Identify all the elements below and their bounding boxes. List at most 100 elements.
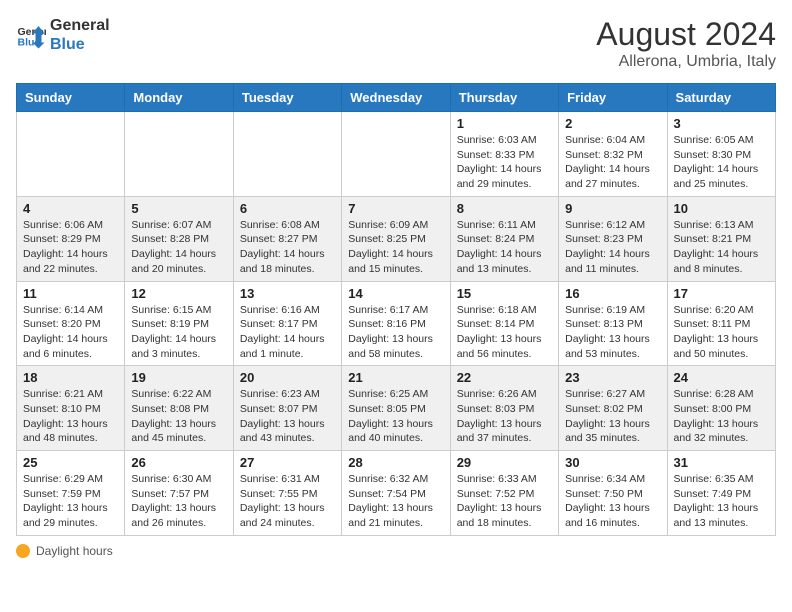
calendar-day-cell: 12Sunrise: 6:15 AM Sunset: 8:19 PM Dayli… — [125, 281, 233, 366]
day-number: 27 — [240, 455, 335, 470]
calendar-day-cell: 28 Sunrise: 6:32 AM Sunset: 7:54 PM Dayli… — [342, 451, 450, 536]
day-number: 25 — [23, 455, 118, 470]
calendar-day-cell: 16 Sunrise: 6:19 AM Sunset: 8:13 PM Dayli… — [559, 281, 667, 366]
calendar-day-cell: 2 Sunrise: 6:04 AM Sunset: 8:32 PM Daylig… — [559, 112, 667, 197]
calendar-day-header: Sunday — [17, 84, 125, 112]
calendar-week-row: 25 Sunrise: 6:29 AM Sunset: 7:59 PM Dayli… — [17, 451, 776, 536]
calendar-day-cell: 29 Sunrise: 6:33 AM Sunset: 7:52 PM Dayli… — [450, 451, 558, 536]
calendar-table: SundayMondayTuesdayWednesdayThursdayFrid… — [16, 83, 776, 536]
calendar-day-cell: 21Sunrise: 6:25 AM Sunset: 8:05 PM Dayli… — [342, 366, 450, 451]
calendar-day-cell: 24 Sunrise: 6:28 AM Sunset: 8:00 PM Dayli… — [667, 366, 775, 451]
calendar-day-cell: 1 Sunrise: 6:03 AM Sunset: 8:33 PM Daylig… — [450, 112, 558, 197]
calendar-day-cell: 4Sunrise: 6:06 AM Sunset: 8:29 PM Daylig… — [17, 196, 125, 281]
day-number: 17 — [674, 286, 769, 301]
calendar-week-row: 11 Sunrise: 6:14 AM Sunset: 8:20 PM Dayli… — [17, 281, 776, 366]
day-number: 11 — [23, 286, 118, 301]
day-info: Sunrise: 6:08 AM Sunset: 8:27 PM Dayligh… — [240, 218, 335, 277]
day-number: 2 — [565, 116, 660, 131]
day-number: 23 — [565, 370, 660, 385]
day-number: 14 — [348, 286, 443, 301]
day-info: Sunrise: 6:22 AM Sunset: 8:08 PM Dayligh… — [131, 387, 226, 446]
day-info: Sunrise: 6:17 AM Sunset: 8:16 PM Dayligh… — [348, 303, 443, 362]
day-info: Sunrise: 6:34 AM Sunset: 7:50 PM Dayligh… — [565, 472, 660, 531]
calendar-day-cell — [233, 112, 341, 197]
day-info: Sunrise: 6:03 AM Sunset: 8:33 PM Dayligh… — [457, 133, 552, 192]
logo-blue: Blue — [50, 35, 110, 54]
calendar-day-cell: 13 Sunrise: 6:16 AM Sunset: 8:17 PM Dayli… — [233, 281, 341, 366]
day-info: Sunrise: 6:33 AM Sunset: 7:52 PM Dayligh… — [457, 472, 552, 531]
logo-icon: General Blue — [16, 20, 46, 50]
day-number: 10 — [674, 201, 769, 216]
day-info: Sunrise: 6:15 AM Sunset: 8:19 PM Dayligh… — [131, 303, 226, 362]
calendar-day-cell: 15Sunrise: 6:18 AM Sunset: 8:14 PM Dayli… — [450, 281, 558, 366]
daylight-label: Daylight hours — [36, 544, 113, 558]
day-number: 8 — [457, 201, 552, 216]
day-info: Sunrise: 6:27 AM Sunset: 8:02 PM Dayligh… — [565, 387, 660, 446]
calendar-day-header: Friday — [559, 84, 667, 112]
day-info: Sunrise: 6:05 AM Sunset: 8:30 PM Dayligh… — [674, 133, 769, 192]
day-info: Sunrise: 6:12 AM Sunset: 8:23 PM Dayligh… — [565, 218, 660, 277]
day-info: Sunrise: 6:25 AM Sunset: 8:05 PM Dayligh… — [348, 387, 443, 446]
day-number: 7 — [348, 201, 443, 216]
calendar-day-cell: 25 Sunrise: 6:29 AM Sunset: 7:59 PM Dayli… — [17, 451, 125, 536]
day-number: 13 — [240, 286, 335, 301]
day-number: 30 — [565, 455, 660, 470]
day-info: Sunrise: 6:26 AM Sunset: 8:03 PM Dayligh… — [457, 387, 552, 446]
day-number: 28 — [348, 455, 443, 470]
day-number: 18 — [23, 370, 118, 385]
calendar-day-cell: 27 Sunrise: 6:31 AM Sunset: 7:55 PM Dayli… — [233, 451, 341, 536]
location-subtitle: Allerona, Umbria, Italy — [596, 53, 776, 71]
day-number: 16 — [565, 286, 660, 301]
calendar-week-row: 1 Sunrise: 6:03 AM Sunset: 8:33 PM Daylig… — [17, 112, 776, 197]
calendar-day-header: Monday — [125, 84, 233, 112]
calendar-day-cell: 26Sunrise: 6:30 AM Sunset: 7:57 PM Dayli… — [125, 451, 233, 536]
calendar-day-cell: 19Sunrise: 6:22 AM Sunset: 8:08 PM Dayli… — [125, 366, 233, 451]
calendar-day-cell: 20 Sunrise: 6:23 AM Sunset: 8:07 PM Dayli… — [233, 366, 341, 451]
calendar-day-cell: 5 Sunrise: 6:07 AM Sunset: 8:28 PM Daylig… — [125, 196, 233, 281]
day-number: 29 — [457, 455, 552, 470]
calendar-day-cell: 30 Sunrise: 6:34 AM Sunset: 7:50 PM Dayli… — [559, 451, 667, 536]
day-number: 3 — [674, 116, 769, 131]
day-info: Sunrise: 6:11 AM Sunset: 8:24 PM Dayligh… — [457, 218, 552, 277]
calendar-week-row: 4Sunrise: 6:06 AM Sunset: 8:29 PM Daylig… — [17, 196, 776, 281]
day-number: 5 — [131, 201, 226, 216]
calendar-day-cell: 3 Sunrise: 6:05 AM Sunset: 8:30 PM Daylig… — [667, 112, 775, 197]
day-info: Sunrise: 6:16 AM Sunset: 8:17 PM Dayligh… — [240, 303, 335, 362]
day-number: 20 — [240, 370, 335, 385]
calendar-day-cell: 8 Sunrise: 6:11 AM Sunset: 8:24 PM Daylig… — [450, 196, 558, 281]
day-info: Sunrise: 6:07 AM Sunset: 8:28 PM Dayligh… — [131, 218, 226, 277]
footer-note: Daylight hours — [16, 544, 776, 558]
day-info: Sunrise: 6:29 AM Sunset: 7:59 PM Dayligh… — [23, 472, 118, 531]
logo-general: General — [50, 16, 110, 35]
calendar-day-cell: 10 Sunrise: 6:13 AM Sunset: 8:21 PM Dayli… — [667, 196, 775, 281]
calendar-day-cell — [342, 112, 450, 197]
page-header: General Blue General Blue August 2024 Al… — [16, 16, 776, 71]
month-year-title: August 2024 — [596, 16, 776, 53]
day-info: Sunrise: 6:31 AM Sunset: 7:55 PM Dayligh… — [240, 472, 335, 531]
day-number: 9 — [565, 201, 660, 216]
day-info: Sunrise: 6:04 AM Sunset: 8:32 PM Dayligh… — [565, 133, 660, 192]
day-info: Sunrise: 6:19 AM Sunset: 8:13 PM Dayligh… — [565, 303, 660, 362]
calendar-day-cell: 22 Sunrise: 6:26 AM Sunset: 8:03 PM Dayli… — [450, 366, 558, 451]
day-info: Sunrise: 6:35 AM Sunset: 7:49 PM Dayligh… — [674, 472, 769, 531]
day-number: 1 — [457, 116, 552, 131]
day-info: Sunrise: 6:13 AM Sunset: 8:21 PM Dayligh… — [674, 218, 769, 277]
day-number: 24 — [674, 370, 769, 385]
calendar-day-header: Thursday — [450, 84, 558, 112]
day-info: Sunrise: 6:28 AM Sunset: 8:00 PM Dayligh… — [674, 387, 769, 446]
calendar-day-cell: 18Sunrise: 6:21 AM Sunset: 8:10 PM Dayli… — [17, 366, 125, 451]
calendar-day-header: Tuesday — [233, 84, 341, 112]
calendar-day-cell — [125, 112, 233, 197]
day-info: Sunrise: 6:23 AM Sunset: 8:07 PM Dayligh… — [240, 387, 335, 446]
day-number: 22 — [457, 370, 552, 385]
calendar-header-row: SundayMondayTuesdayWednesdayThursdayFrid… — [17, 84, 776, 112]
day-info: Sunrise: 6:14 AM Sunset: 8:20 PM Dayligh… — [23, 303, 118, 362]
calendar-day-cell: 11 Sunrise: 6:14 AM Sunset: 8:20 PM Dayli… — [17, 281, 125, 366]
calendar-day-header: Wednesday — [342, 84, 450, 112]
day-number: 6 — [240, 201, 335, 216]
calendar-day-cell: 17Sunrise: 6:20 AM Sunset: 8:11 PM Dayli… — [667, 281, 775, 366]
day-info: Sunrise: 6:32 AM Sunset: 7:54 PM Dayligh… — [348, 472, 443, 531]
calendar-day-cell: 14 Sunrise: 6:17 AM Sunset: 8:16 PM Dayli… — [342, 281, 450, 366]
day-info: Sunrise: 6:06 AM Sunset: 8:29 PM Dayligh… — [23, 218, 118, 277]
day-info: Sunrise: 6:09 AM Sunset: 8:25 PM Dayligh… — [348, 218, 443, 277]
